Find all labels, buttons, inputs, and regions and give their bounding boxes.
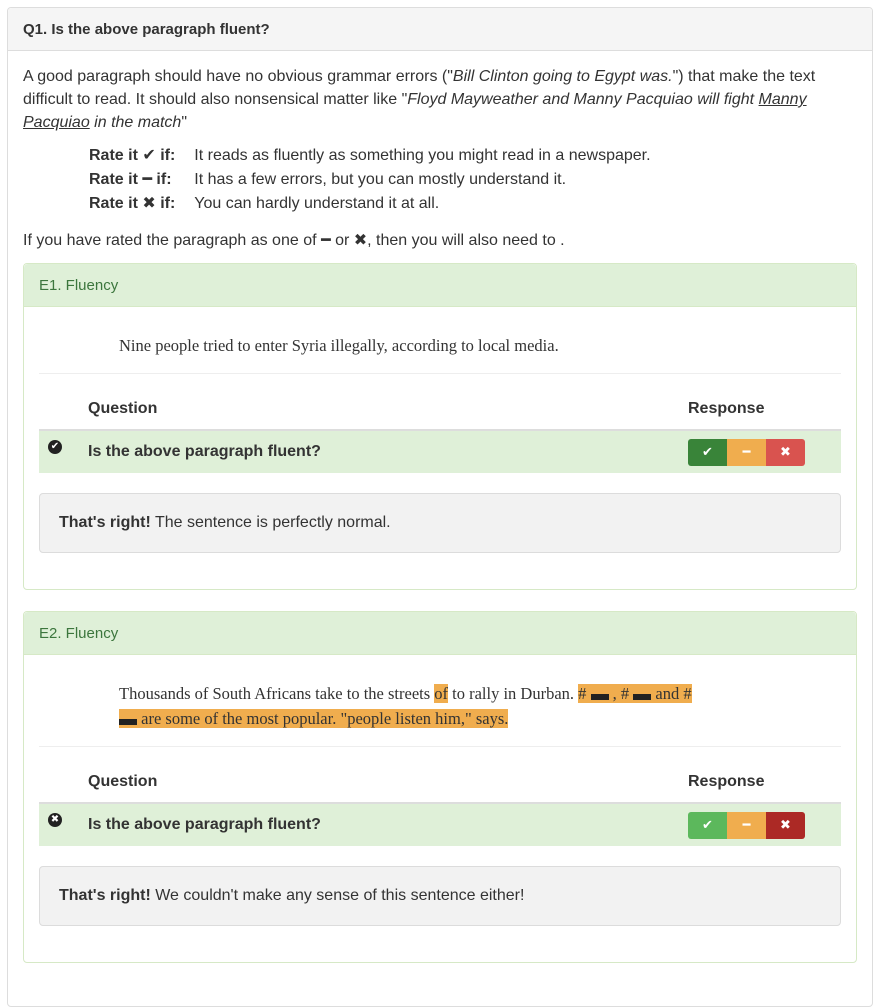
feedback-text: The sentence is perfectly normal. xyxy=(150,514,391,531)
status-column-header xyxy=(39,773,88,804)
dash-icon: ━ xyxy=(142,169,152,188)
question-intro: A good paragraph should have no obvious … xyxy=(23,65,857,134)
response-column-header: Response xyxy=(688,400,841,431)
redacted-block xyxy=(119,719,137,725)
x-circle-icon: ✖ xyxy=(48,812,62,827)
redacted-block xyxy=(633,694,652,700)
example-title: E2. Fluency xyxy=(24,612,856,655)
intro-text: " xyxy=(181,114,188,131)
sentence-text: to rally in Durban. xyxy=(448,684,579,703)
rating-guide-row: Rate it ━ if: It has a few errors, but y… xyxy=(89,167,651,191)
response-button-group: ✔ ━ ✖ xyxy=(688,438,805,466)
question-table: Question Response ✔ Is the above paragra… xyxy=(39,400,841,473)
intro-text: A good paragraph should have no obvious … xyxy=(23,68,453,85)
error-highlight: # , # and # xyxy=(578,684,692,703)
fluent-yes-button[interactable]: ✔ xyxy=(688,438,727,466)
rating-description: It reads as fluently as something you mi… xyxy=(194,146,651,164)
row-question: Is the above paragraph fluent? xyxy=(88,803,688,846)
sentence-text: Thousands of South Africans take to the … xyxy=(119,684,435,703)
rating-guide: Rate it ✔ if: It reads as fluently as so… xyxy=(89,143,651,215)
table-row: ✔ Is the above paragraph fluent? ✔ ━ ✖ xyxy=(39,430,841,473)
rating-label: Rate it ━ if: xyxy=(89,169,172,188)
example-sentence: Nine people tried to enter Syria illegal… xyxy=(39,307,841,374)
fluent-no-button[interactable]: ✖ xyxy=(766,438,805,466)
rating-guide-row: Rate it ✔ if: It reads as fluently as so… xyxy=(89,143,651,167)
response-button-group: ✔ ━ ✖ xyxy=(688,811,805,839)
intro-example-2-text: Floyd Mayweather and Manny Pacquiao will… xyxy=(407,91,759,108)
dash-icon: ━ xyxy=(320,230,331,249)
table-row: ✖ Is the above paragraph fluent? ✔ ━ ✖ xyxy=(39,803,841,846)
question-panel: Q1. Is the above paragraph fluent? A goo… xyxy=(7,7,873,1007)
rating-label: Rate it ✔ if: xyxy=(89,145,176,164)
feedback-text: We couldn't make any sense of this sente… xyxy=(150,887,525,904)
cross-icon: ✖ xyxy=(353,230,368,249)
question-column-header: Question xyxy=(88,400,688,431)
fluent-yes-button[interactable]: ✔ xyxy=(688,811,727,839)
redacted-block xyxy=(590,694,609,700)
fluent-partial-button[interactable]: ━ xyxy=(727,438,766,466)
check-circle-icon: ✔ xyxy=(48,439,62,454)
followup-instruction: If you have rated the paragraph as one o… xyxy=(23,230,565,249)
question-title: Q1. Is the above paragraph fluent? xyxy=(8,8,872,51)
fluent-no-button[interactable]: ✖ xyxy=(766,811,805,839)
question-column-header: Question xyxy=(88,773,688,804)
feedback-box: That's right! The sentence is perfectly … xyxy=(39,493,841,553)
rating-guide-row: Rate it ✖ if: You can hardly understand … xyxy=(89,191,651,215)
example-panel-2: E2. Fluency Thousands of South Africans … xyxy=(23,611,857,963)
example-title: E1. Fluency xyxy=(24,264,856,307)
cross-icon: ✖ xyxy=(142,193,156,212)
feedback-box: That's right! We couldn't make any sense… xyxy=(39,866,841,926)
fluent-partial-button[interactable]: ━ xyxy=(727,811,766,839)
example-sentence: Thousands of South Africans take to the … xyxy=(39,655,841,747)
error-highlight: are some of the most popular. "people li… xyxy=(119,709,509,728)
rating-description: It has a few errors, but you can mostly … xyxy=(194,170,567,188)
example-panel-1: E1. Fluency Nine people tried to enter S… xyxy=(23,263,857,590)
rating-description: You can hardly understand it at all. xyxy=(194,194,440,212)
intro-example-1: Bill Clinton going to Egypt was. xyxy=(452,68,673,85)
check-icon: ✔ xyxy=(142,145,156,164)
status-column-header xyxy=(39,400,88,431)
response-column-header: Response xyxy=(688,773,841,804)
row-question: Is the above paragraph fluent? xyxy=(88,430,688,473)
question-table: Question Response ✖ Is the above paragra… xyxy=(39,773,841,846)
error-highlight: of xyxy=(434,684,449,703)
feedback-title: That's right! xyxy=(59,514,151,531)
rating-label: Rate it ✖ if: xyxy=(89,193,176,212)
feedback-title: That's right! xyxy=(59,887,151,904)
intro-example-2-text: in the match xyxy=(89,114,182,131)
question-body: A good paragraph should have no obvious … xyxy=(8,51,872,963)
